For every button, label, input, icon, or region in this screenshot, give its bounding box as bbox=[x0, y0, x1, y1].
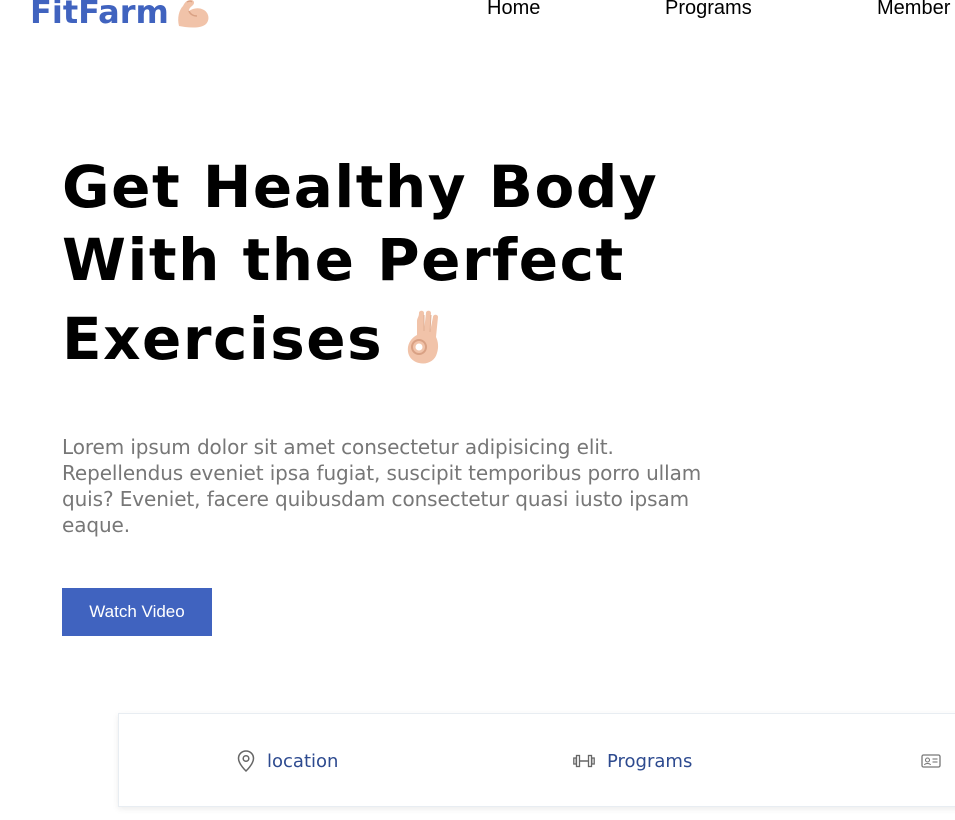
info-bar: location Programs bbox=[118, 713, 955, 807]
hero-title-line-1: Get Healthy Body bbox=[62, 153, 659, 221]
info-item-programs[interactable]: Programs bbox=[573, 714, 692, 808]
hero-title: Get Healthy Body With the Perfect Exerci… bbox=[62, 158, 682, 368]
map-pin-icon bbox=[237, 750, 255, 772]
info-item-member[interactable] bbox=[921, 714, 953, 808]
ok-hand-icon bbox=[401, 307, 449, 367]
hero-title-line-3-wrap: Exercises bbox=[62, 310, 682, 368]
hero-title-line-2: With the Perfect bbox=[62, 226, 625, 294]
nav-home[interactable]: Home bbox=[487, 0, 540, 22]
id-card-icon bbox=[921, 753, 941, 769]
info-item-location-label: location bbox=[267, 750, 339, 772]
main-nav: Home Programs Member bbox=[0, 0, 955, 24]
nav-member[interactable]: Member bbox=[877, 0, 950, 22]
dumbbell-icon bbox=[573, 753, 595, 769]
nav-programs[interactable]: Programs bbox=[665, 0, 752, 22]
hero-title-line-3: Exercises bbox=[62, 305, 384, 373]
info-item-location[interactable]: location bbox=[237, 714, 338, 808]
info-item-programs-label: Programs bbox=[607, 750, 693, 772]
page: FitFarm Home Programs Member Get Healthy… bbox=[0, 0, 955, 820]
watch-video-button[interactable]: Watch Video bbox=[62, 588, 212, 636]
hero-description: Lorem ipsum dolor sit amet consectetur a… bbox=[62, 435, 702, 537]
